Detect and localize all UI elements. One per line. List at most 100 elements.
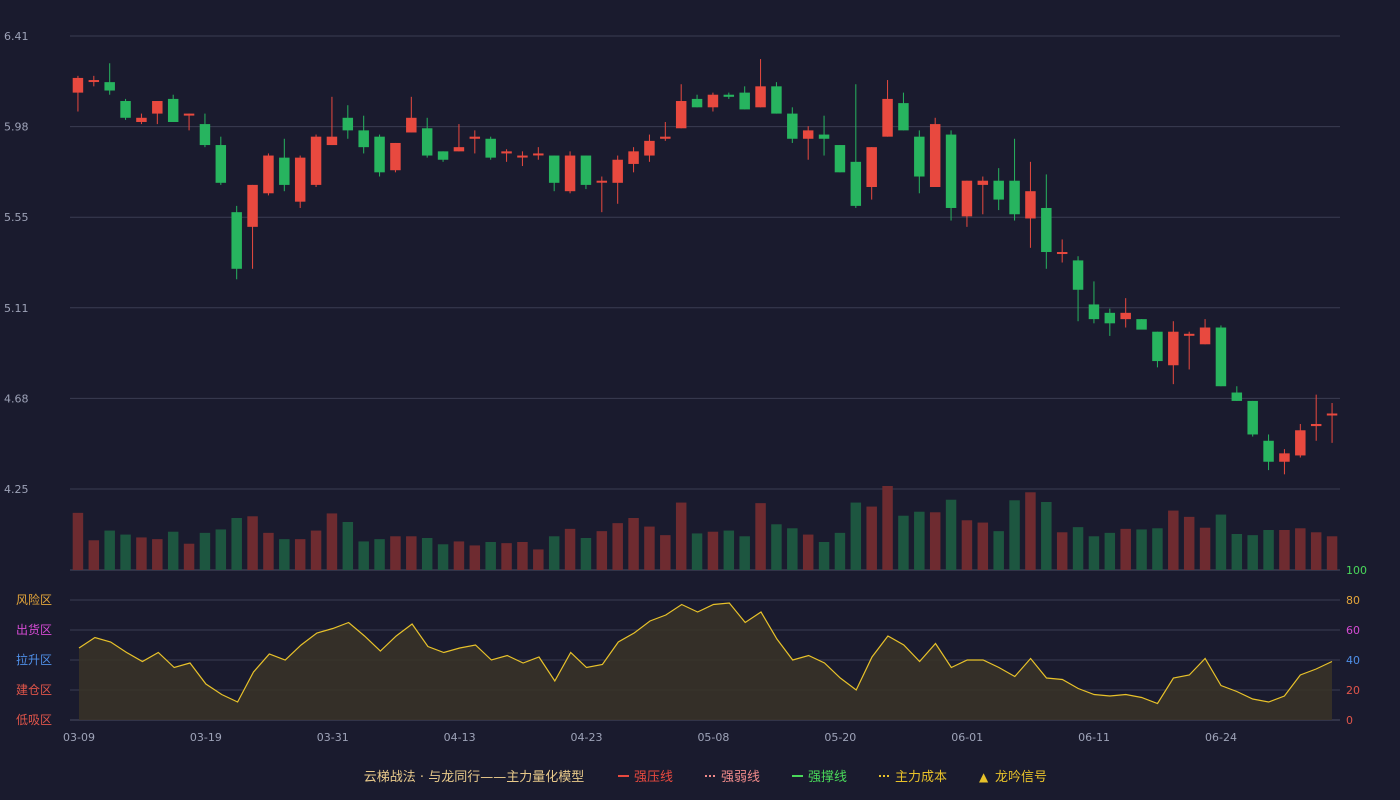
date-tick-label: 06-24	[1205, 731, 1237, 744]
candle-down	[1136, 319, 1147, 330]
volume-bar	[437, 544, 449, 570]
date-tick-label: 03-19	[190, 731, 222, 744]
volume-bar	[818, 542, 830, 570]
candle-up	[136, 113, 147, 125]
candle-body	[279, 157, 290, 185]
candle-body	[1295, 430, 1306, 456]
volume-bar	[310, 530, 322, 570]
volume-bar	[485, 542, 496, 570]
volume-bar	[104, 530, 115, 570]
volume-bar	[1056, 532, 1068, 570]
legend-item: 主力成本	[879, 770, 947, 785]
candle-body	[263, 155, 274, 194]
candle-body	[1120, 312, 1131, 320]
price-tick-label: 5.98	[4, 121, 29, 134]
volume-bar	[263, 532, 274, 570]
date-tick-label: 06-01	[951, 731, 983, 744]
volume-bar	[294, 539, 306, 570]
candle-body	[596, 180, 608, 183]
candle-body	[644, 140, 655, 156]
volume-bar	[1310, 532, 1322, 570]
candle-body	[247, 184, 258, 227]
candle-up	[152, 101, 163, 125]
volume-bar	[1072, 527, 1084, 570]
candle-body	[850, 161, 862, 206]
price-tick-label: 5.11	[4, 302, 29, 315]
oscillator-area	[79, 603, 1332, 720]
candle-down	[548, 155, 560, 192]
legend-title: 云梯战法 · 与龙同行——主力量化模型	[364, 770, 584, 785]
candle-up	[501, 149, 512, 162]
volume-bar	[961, 520, 973, 570]
volume-bar	[644, 526, 655, 570]
candle-body	[548, 155, 560, 183]
volume-bar	[739, 536, 750, 570]
candle-up	[628, 147, 639, 173]
date-axis: 03-09 03-19 03-31 04-13 04-23 05-08 05-20 06-01…	[63, 731, 1237, 744]
candle-body	[914, 136, 925, 177]
volume-series	[72, 486, 1338, 570]
volume-bar	[1215, 514, 1227, 570]
candle-body	[469, 136, 481, 139]
candle-down	[580, 155, 592, 190]
volume-bar	[1120, 528, 1131, 570]
volume-bar	[834, 532, 846, 570]
candle-body	[310, 136, 322, 185]
candle-body	[945, 134, 957, 208]
candle-body	[739, 92, 750, 110]
oscillator-zone-label: 出货区	[16, 622, 52, 637]
candle-body	[1310, 423, 1322, 427]
volume-bar	[929, 512, 941, 570]
candle-down	[120, 98, 131, 120]
oscillator-zone-label: 建仓区	[16, 683, 52, 697]
volume-bar	[564, 528, 576, 570]
candle-body	[501, 151, 512, 154]
candle-down	[818, 115, 830, 156]
oscillator-tick-label: 40	[1346, 654, 1360, 667]
candle-up	[406, 96, 417, 133]
volume-bar	[866, 506, 877, 570]
candle-body	[374, 136, 385, 173]
price-tick-label: 4.25	[4, 483, 29, 496]
date-tick-label: 06-11	[1078, 731, 1110, 744]
volume-bar	[1136, 529, 1147, 570]
candle-up	[564, 151, 576, 194]
legend-item: ▲ 龙吟信号	[979, 769, 1047, 785]
candle-up	[1183, 331, 1195, 370]
candle-up	[755, 59, 766, 108]
candle-down	[1009, 138, 1020, 221]
candle-down	[1104, 308, 1116, 336]
candle-up	[1326, 403, 1338, 443]
candle-body	[771, 86, 782, 114]
volume-bar	[850, 502, 862, 570]
oscillator-zone-label: 风险区	[16, 592, 52, 607]
oscillator-zone-labels: 风险区出货区拉升区建仓区低吸区	[16, 592, 52, 727]
candle-body	[1231, 392, 1243, 401]
candle-body	[167, 98, 179, 122]
candle-up	[675, 84, 687, 129]
candle-up	[263, 153, 274, 196]
candle-body	[533, 153, 544, 156]
candle-body	[120, 101, 131, 118]
triangle-icon: ▲	[979, 770, 989, 784]
volume-bar	[675, 502, 687, 570]
candle-body	[1279, 453, 1290, 462]
candle-body	[1183, 333, 1195, 336]
candle-down	[1247, 400, 1258, 437]
candle-up	[1120, 298, 1131, 328]
oscillator-tick-label: 100	[1346, 564, 1367, 577]
price-tick-label: 6.41	[4, 30, 29, 43]
candle-body	[326, 136, 338, 146]
candle-body	[580, 155, 592, 185]
candle-body	[628, 151, 639, 164]
candle-body	[1263, 440, 1274, 462]
candle-down	[1152, 331, 1163, 368]
candle-up	[517, 151, 528, 167]
volume-bar	[596, 531, 608, 570]
candle-body	[1072, 260, 1084, 290]
candle-body	[612, 159, 623, 183]
volume-bar	[1009, 500, 1020, 570]
price-tick-label: 4.68	[4, 392, 29, 405]
volume-bar	[898, 515, 909, 570]
volume-bar	[612, 523, 623, 570]
